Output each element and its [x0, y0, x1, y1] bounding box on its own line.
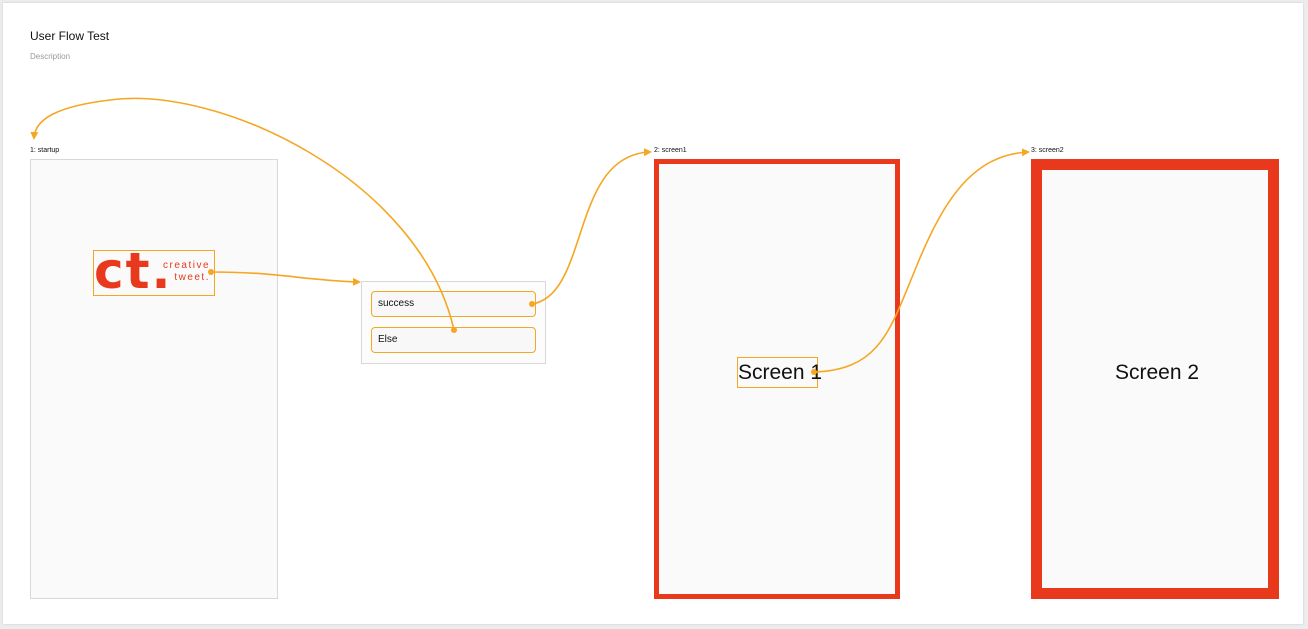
link-screen1-to-screen2	[813, 148, 1030, 373]
link-origin-dot	[208, 269, 214, 275]
link-origin-dot	[811, 369, 817, 375]
link-logo-to-decision	[210, 271, 361, 286]
link-origin-dot	[451, 327, 457, 333]
link-origin-dot	[529, 301, 535, 307]
link-success-to-screen1	[531, 148, 652, 305]
flow-connectors	[30, 97, 1030, 375]
link-else-to-startup	[30, 97, 455, 331]
